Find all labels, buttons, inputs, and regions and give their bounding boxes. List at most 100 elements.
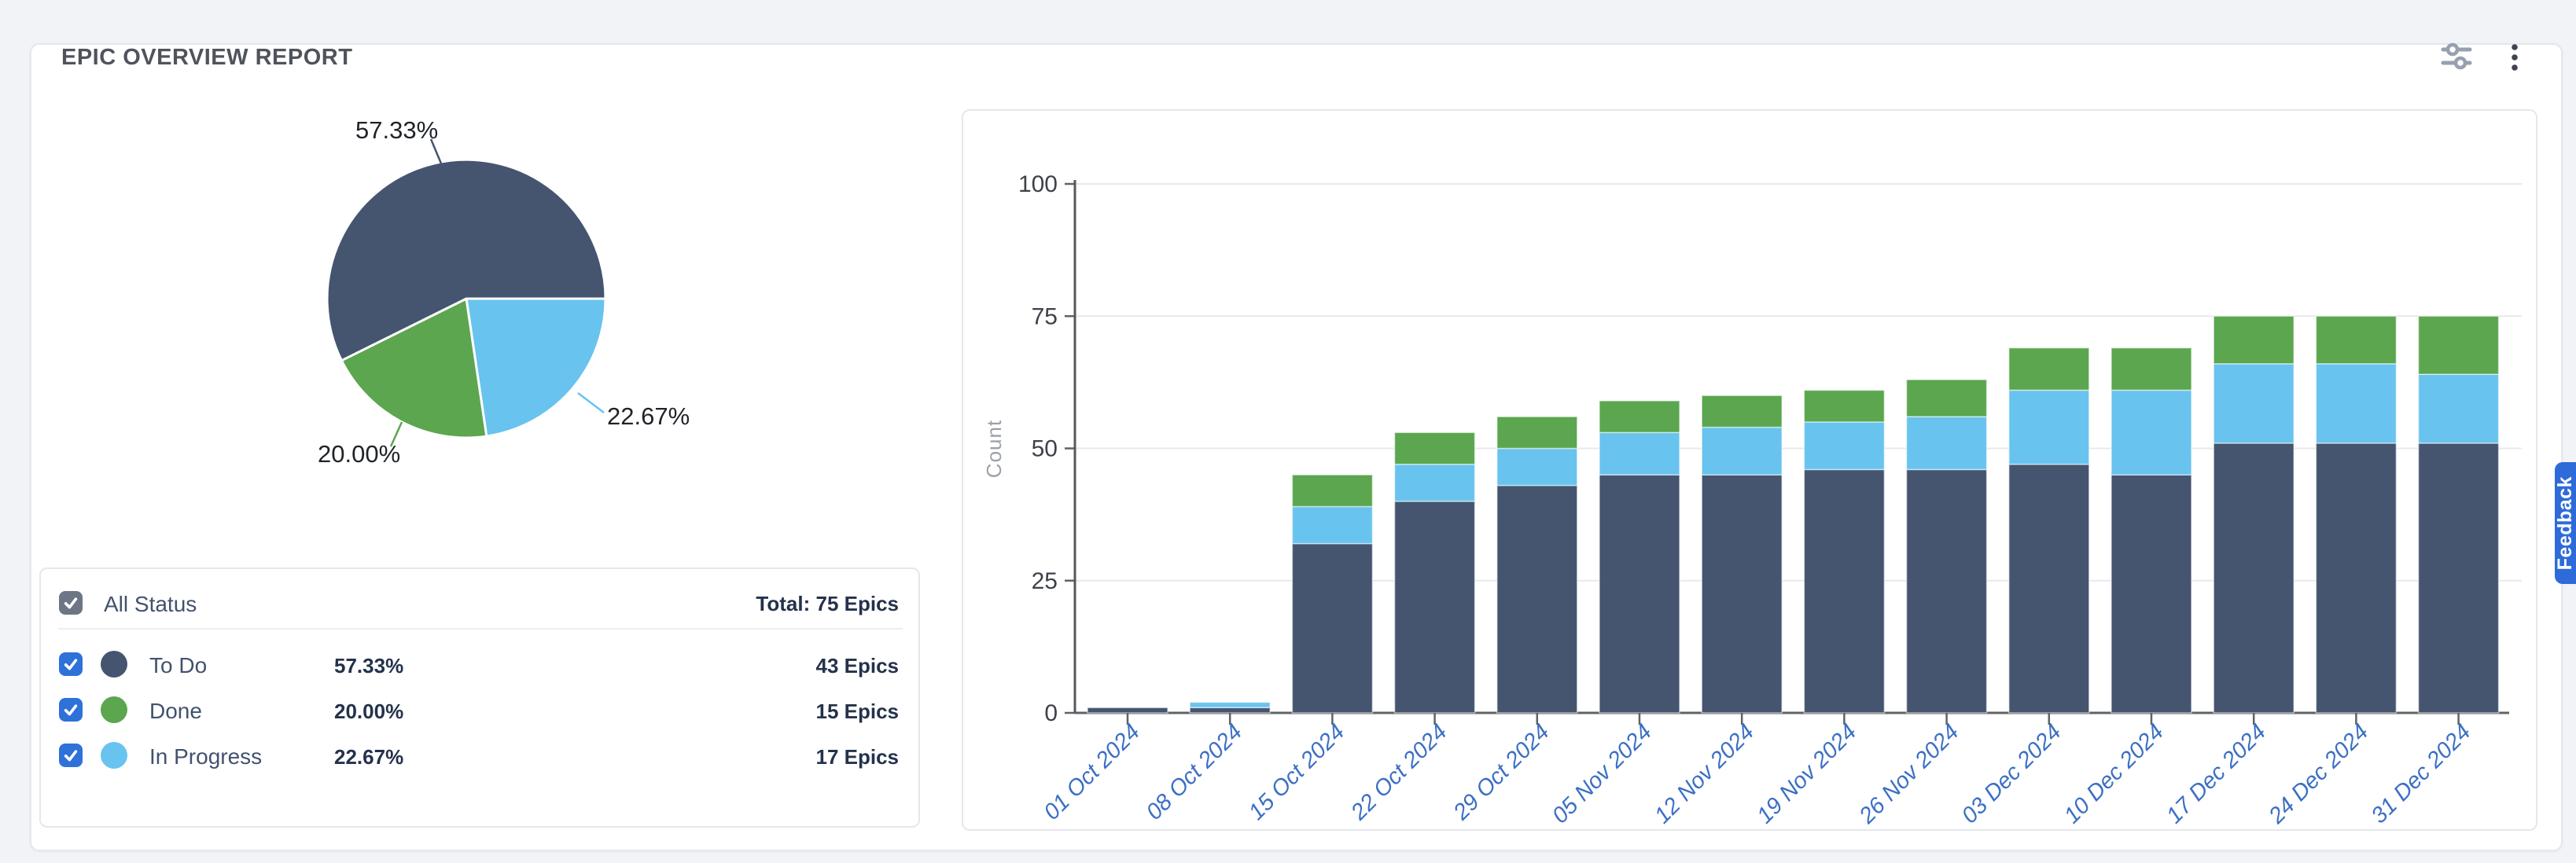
- bar-segment-done[interactable]: [2111, 348, 2191, 391]
- pie-label-in-progress: 22.67%: [607, 402, 690, 431]
- bar-segment-in-progress[interactable]: [1599, 432, 1680, 475]
- bar-segment-done[interactable]: [2214, 316, 2294, 364]
- legend-row-done: Done 20.00% 15 Epics: [41, 686, 918, 733]
- done-percent: 20.00%: [334, 700, 403, 724]
- pie-leader-line: [578, 393, 604, 413]
- todo-count: 43 Epics: [815, 654, 899, 678]
- bar-segment-in-progress[interactable]: [2316, 364, 2396, 443]
- bar-segment-to-do[interactable]: [2419, 443, 2499, 713]
- x-axis-date-label[interactable]: 19 Nov 2024: [1752, 719, 1861, 828]
- feedback-label: Feedback: [2554, 476, 2576, 570]
- bar-segment-done[interactable]: [1804, 391, 1884, 422]
- bar-segment-in-progress[interactable]: [1395, 465, 1475, 501]
- pie-label-todo: 57.33%: [355, 116, 438, 145]
- bar-segment-in-progress[interactable]: [1497, 449, 1577, 486]
- in-progress-count: 17 Epics: [815, 745, 899, 769]
- bar-segment-in-progress[interactable]: [2214, 364, 2294, 443]
- epic-trend-bar-chart[interactable]: 0255075100Count01 Oct 202408 Oct 202415 …: [963, 111, 2536, 829]
- y-tick-label: 50: [1032, 436, 1058, 462]
- bar-segment-done[interactable]: [1497, 417, 1577, 448]
- bar-segment-done[interactable]: [2009, 348, 2089, 391]
- x-axis-date-label[interactable]: 17 Dec 2024: [2162, 719, 2271, 828]
- in-progress-checkbox[interactable]: [59, 744, 83, 767]
- three-dots-icon: [2503, 38, 2526, 75]
- x-axis-date-label[interactable]: 12 Nov 2024: [1650, 719, 1759, 828]
- in-progress-percent: 22.67%: [334, 745, 403, 769]
- bar-segment-done[interactable]: [2419, 316, 2499, 374]
- bar-segment-to-do[interactable]: [2111, 475, 2191, 713]
- bar-segment-to-do[interactable]: [2316, 443, 2396, 713]
- x-axis-date-label[interactable]: 08 Oct 2024: [1142, 719, 1247, 824]
- bar-segment-to-do[interactable]: [1907, 469, 1987, 713]
- x-axis-date-label[interactable]: 31 Dec 2024: [2367, 719, 2476, 828]
- check-icon: [61, 593, 80, 612]
- todo-percent: 57.33%: [334, 654, 403, 678]
- sliders-icon: [2438, 39, 2475, 74]
- check-icon: [61, 700, 80, 719]
- bar-segment-to-do[interactable]: [1599, 475, 1680, 713]
- status-legend-card: All Status Total: 75 Epics To Do 57.33% …: [39, 567, 920, 828]
- y-tick-label: 100: [1018, 171, 1058, 197]
- legend-divider: [58, 628, 903, 630]
- bar-segment-done[interactable]: [1907, 380, 1987, 417]
- x-axis-date-label[interactable]: 15 Oct 2024: [1244, 719, 1349, 824]
- done-checkbox[interactable]: [59, 698, 83, 722]
- bar-segment-to-do[interactable]: [1395, 501, 1475, 713]
- x-axis-date-label[interactable]: 26 Nov 2024: [1854, 719, 1964, 829]
- bar-segment-done[interactable]: [1702, 395, 1782, 427]
- bar-segment-to-do[interactable]: [1497, 486, 1577, 713]
- bar-segment-to-do[interactable]: [1292, 544, 1372, 713]
- bar-segment-to-do[interactable]: [1804, 469, 1884, 713]
- kebab-menu-icon[interactable]: [2496, 38, 2534, 75]
- x-axis-date-label[interactable]: 05 Nov 2024: [1547, 719, 1657, 828]
- legend-row-todo: To Do 57.33% 43 Epics: [41, 641, 918, 688]
- bar-segment-done[interactable]: [1292, 475, 1372, 506]
- y-tick-label: 75: [1032, 303, 1058, 329]
- bar-segment-to-do[interactable]: [1190, 707, 1270, 713]
- all-status-checkbox[interactable]: [59, 591, 83, 615]
- bar-segment-done[interactable]: [1395, 432, 1475, 464]
- bar-segment-in-progress[interactable]: [1907, 417, 1987, 469]
- bar-segment-to-do[interactable]: [1087, 707, 1168, 713]
- done-label: Done: [149, 699, 202, 724]
- x-axis-date-label[interactable]: 29 Oct 2024: [1448, 719, 1555, 825]
- feedback-button[interactable]: Feedback: [2555, 462, 2576, 584]
- x-axis-date-label[interactable]: 01 Oct 2024: [1040, 719, 1145, 824]
- bar-segment-in-progress[interactable]: [2419, 374, 2499, 443]
- x-axis-date-label[interactable]: 03 Dec 2024: [1957, 719, 2066, 828]
- page-title: EPIC OVERVIEW REPORT: [61, 45, 352, 71]
- total-epics: Total: 75 Epics: [756, 592, 899, 616]
- pie-slice-in-progress[interactable]: [466, 299, 605, 436]
- bar-segment-in-progress[interactable]: [2111, 391, 2191, 476]
- done-status-dot: [101, 696, 127, 723]
- x-axis-date-label[interactable]: 10 Dec 2024: [2059, 719, 2169, 828]
- in-progress-label: In Progress: [149, 744, 262, 769]
- x-axis-date-label[interactable]: 24 Dec 2024: [2264, 719, 2374, 829]
- bar-segment-done[interactable]: [1599, 401, 1680, 432]
- chart-settings-sliders-icon[interactable]: [2438, 38, 2475, 75]
- bar-segment-in-progress[interactable]: [1292, 507, 1372, 544]
- bar-segment-to-do[interactable]: [1702, 475, 1782, 713]
- y-tick-label: 25: [1032, 568, 1058, 594]
- y-axis-title: Count: [982, 420, 1006, 478]
- done-count: 15 Epics: [815, 700, 899, 724]
- bar-segment-to-do[interactable]: [2214, 443, 2294, 713]
- epic-trend-chart-card: 0255075100Count01 Oct 202408 Oct 202415 …: [962, 109, 2537, 831]
- all-status-label: All Status: [104, 592, 197, 617]
- bar-segment-done[interactable]: [2316, 316, 2396, 364]
- todo-label: To Do: [149, 653, 207, 678]
- check-icon: [61, 655, 80, 674]
- bar-segment-in-progress[interactable]: [1702, 428, 1782, 476]
- x-axis-date-label[interactable]: 22 Oct 2024: [1345, 719, 1452, 825]
- all-status-row: All Status Total: 75 Epics: [41, 579, 918, 626]
- check-icon: [61, 746, 80, 765]
- bar-segment-in-progress[interactable]: [1190, 703, 1270, 708]
- pie-label-done: 20.00%: [318, 440, 400, 468]
- todo-checkbox[interactable]: [59, 652, 83, 676]
- in-progress-status-dot: [101, 742, 127, 769]
- bar-segment-in-progress[interactable]: [2009, 391, 2089, 465]
- card-header-actions: [2438, 38, 2534, 75]
- todo-status-dot: [101, 651, 127, 678]
- bar-segment-in-progress[interactable]: [1804, 422, 1884, 470]
- bar-segment-to-do[interactable]: [2009, 465, 2089, 713]
